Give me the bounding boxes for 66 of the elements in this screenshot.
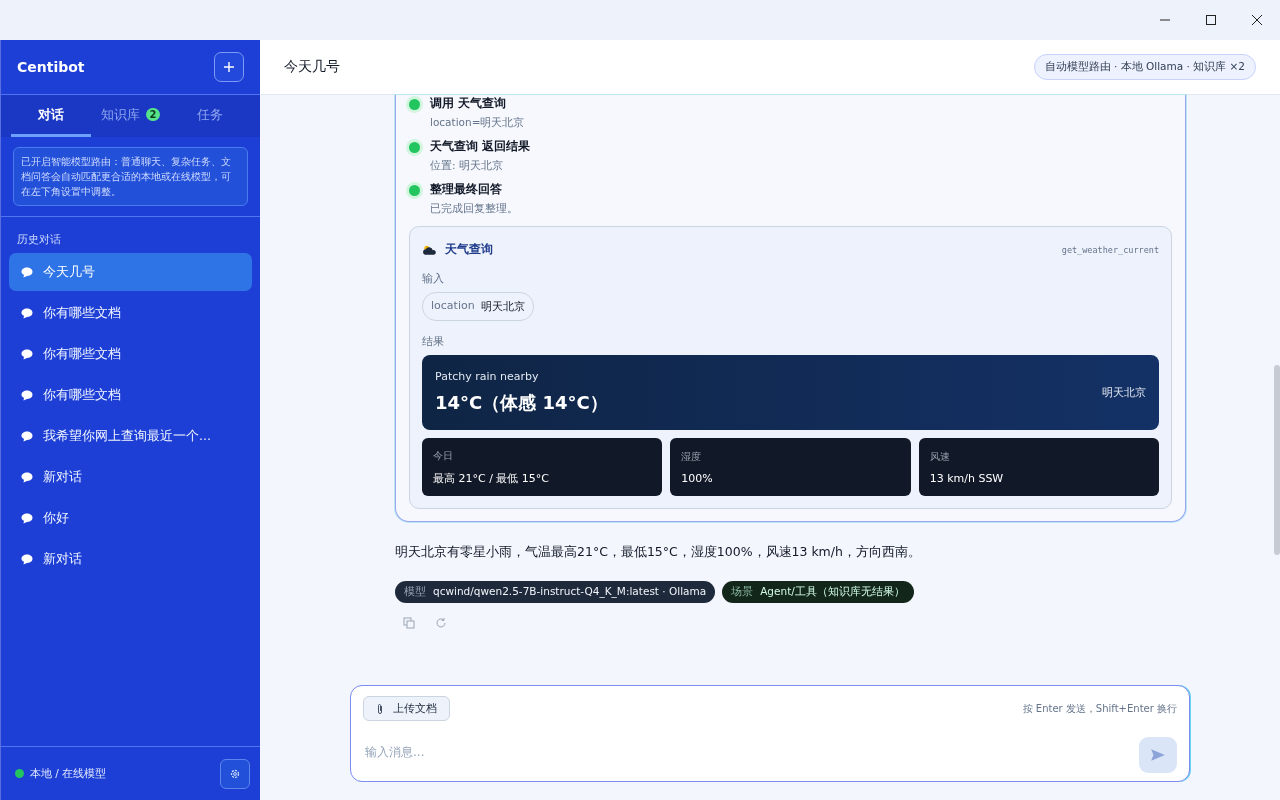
- chat-bubble-icon: [21, 471, 33, 483]
- chat-bubble-icon: [21, 307, 33, 319]
- history-item[interactable]: 新对话: [9, 540, 252, 578]
- count-badge: 2: [145, 108, 161, 121]
- cloud-sun-icon: [422, 243, 437, 256]
- stat-value: 13 km/h SSW: [929, 471, 1005, 485]
- history-item[interactable]: 新对话: [9, 458, 252, 496]
- tag-label: 模型: [404, 585, 426, 599]
- step-title: 调用 天气查询: [430, 95, 508, 112]
- stat-label: 风速: [929, 449, 951, 464]
- weather-condition: Patchy rain nearby: [435, 370, 540, 383]
- parameter-key: location: [431, 299, 475, 314]
- settings-icon: [229, 767, 241, 780]
- chat-bubble-icon: [21, 553, 33, 565]
- tab[interactable]: 任务: [170, 95, 250, 137]
- tab[interactable]: 对话: [11, 95, 91, 137]
- tab[interactable]: 知识库 2: [90, 95, 171, 137]
- history-item[interactable]: 你好: [9, 499, 252, 537]
- refresh-icon[interactable]: [435, 617, 447, 629]
- upload-button[interactable]: 上传文档: [363, 696, 450, 721]
- app-name: Centibot: [17, 59, 85, 75]
- step-detail: 位置: 明天北京: [430, 159, 504, 173]
- temperature: 14°C（体感 14°C）: [435, 391, 608, 415]
- chat-bubble-icon: [21, 430, 33, 442]
- tag-value: qcwind/qwen2.5-7B-instruct-Q4_K_M:latest · Ollama: [433, 585, 707, 599]
- chat-bubble-icon: [21, 389, 33, 401]
- scrollbar[interactable]: [1274, 365, 1280, 555]
- chat-title: 今天几号: [284, 58, 340, 76]
- plus-icon: [223, 61, 235, 73]
- hint-text: 按 Enter 发送，Shift+Enter 换行: [1022, 701, 1177, 716]
- history-item[interactable]: 你有哪些文档: [9, 376, 252, 414]
- section-heading: 历史对话: [16, 232, 62, 248]
- location-text: 明天北京: [1102, 385, 1146, 400]
- step-detail: location=明天北京: [430, 116, 525, 130]
- settings-button[interactable]: [220, 758, 250, 789]
- parameter-value: 明天北京: [480, 299, 525, 314]
- chat-bubble-icon: [21, 512, 33, 524]
- answer-text: 明天北京有零星小雨，气温最高21°C，最低15°C，湿度100%，风速13 km/h，方向西南。: [395, 544, 922, 561]
- new-chat-button[interactable]: [214, 52, 244, 82]
- stat-label: 今日: [433, 448, 454, 463]
- function-name: get_weather_current: [1061, 244, 1159, 255]
- message-input[interactable]: 输入消息...: [363, 744, 1129, 760]
- tag-label: 场景: [731, 585, 754, 599]
- send-button[interactable]: [1139, 737, 1177, 773]
- tool-name: 天气查询: [445, 241, 494, 258]
- result-label: 结果: [422, 335, 445, 349]
- paperclip-icon: [376, 702, 384, 715]
- send-icon: [1150, 748, 1166, 762]
- tag-value: Agent/工具（知识库无结果）: [760, 585, 905, 599]
- chat-bubble-icon: [21, 348, 33, 360]
- step-title: 天气查询 返回结果: [430, 138, 531, 155]
- route-badge: 自动模型路由 · 本地 Ollama · 知识库 ×2: [1033, 54, 1256, 80]
- input-label: 输入: [422, 272, 445, 286]
- history-item[interactable]: 今天几号: [9, 253, 252, 291]
- history-item[interactable]: 你有哪些文档: [9, 294, 252, 332]
- history-item[interactable]: 我希望你网上查询最近一个...: [9, 417, 252, 455]
- stat-value: 100%: [681, 471, 714, 485]
- copy-icon[interactable]: [403, 617, 415, 629]
- chat-bubble-icon: [21, 266, 33, 278]
- step-title: 整理最终回答: [430, 181, 503, 198]
- notice-text: 已开启智能模型路由：普通聊天、复杂任务、文档问答会自动匹配更合适的本地或在线模型，可在左下角设置中调整。: [13, 147, 248, 206]
- stat-label: 湿度: [681, 449, 703, 464]
- step-detail: 已完成回复整理。: [430, 202, 518, 216]
- status-text: 本地 / 在线模型: [30, 766, 108, 781]
- history-item[interactable]: 你有哪些文档: [9, 335, 252, 373]
- stat-value: 最高 21°C / 最低 15°C: [433, 470, 551, 486]
